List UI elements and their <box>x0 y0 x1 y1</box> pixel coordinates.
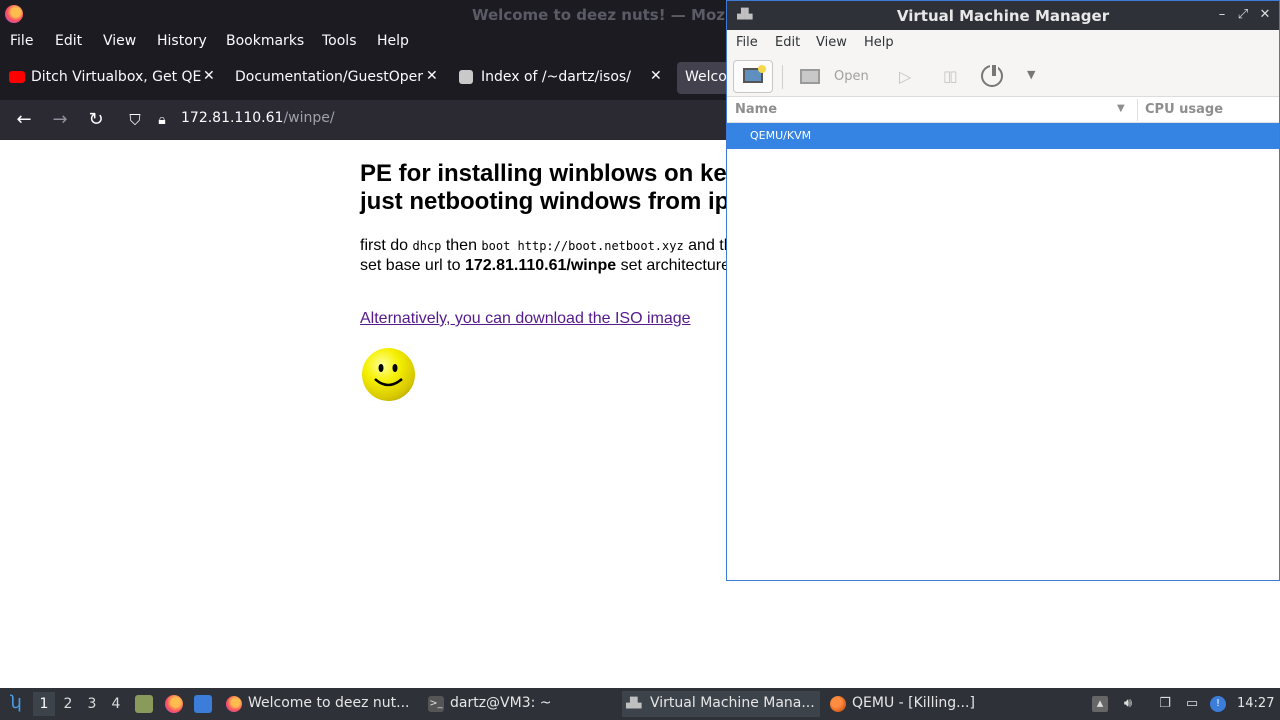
firefox-launcher-icon[interactable] <box>165 695 183 713</box>
tab-close-icon[interactable]: ✕ <box>203 68 215 84</box>
task-label: QEMU - [Killing...] <box>852 695 975 711</box>
menu-view[interactable]: View <box>103 33 136 49</box>
toolbar-separator <box>782 65 783 89</box>
new-vm-monitor-icon <box>743 65 766 83</box>
taskbar: ʮ 1 2 3 4 Welcome to deez nut... >_ dart… <box>0 688 1280 720</box>
power-icon[interactable] <box>981 63 1003 87</box>
lock-icon[interactable]: 🔒︎ <box>150 108 174 132</box>
youtube-icon <box>9 71 25 83</box>
url-host: 172.81.110.61 <box>181 110 284 126</box>
open-console-icon[interactable] <box>800 69 820 84</box>
tab-label: Index of /~dartz/isos/ <box>481 69 631 85</box>
tab-ditch-virtualbox[interactable]: Ditch Virtualbox, Get QEM ✕ <box>0 62 220 94</box>
start-menu-icon[interactable]: ʮ <box>5 692 27 716</box>
network-icon[interactable]: ▭ <box>1184 696 1200 712</box>
tab-index-of-isos[interactable]: Index of /~dartz/isos/ ✕ <box>450 62 672 94</box>
vmm-menu-view[interactable]: View <box>816 35 847 50</box>
back-arrow-icon[interactable]: ← <box>12 108 36 132</box>
tab-close-icon[interactable]: ✕ <box>426 68 438 84</box>
workspace-1[interactable]: 1 <box>33 692 55 716</box>
vmm-menubar: File Edit View Help <box>727 30 1279 57</box>
instructions-paragraph: first do dhcp then boot http://boot.netb… <box>360 237 733 274</box>
connection-row-qemu-kvm[interactable]: QEMU/KVM <box>727 123 1279 149</box>
smiley-face-icon <box>362 348 415 401</box>
notification-icon[interactable]: ! <box>1210 696 1226 712</box>
iso-download-link[interactable]: Alternatively, you can download the ISO … <box>360 310 691 328</box>
clock: 14:27 <box>1237 696 1275 711</box>
firefox-task-icon <box>226 696 242 712</box>
run-icon[interactable]: ▷ <box>899 67 911 86</box>
menu-bookmarks[interactable]: Bookmarks <box>226 33 304 49</box>
pause-icon[interactable]: ▯▯ <box>943 67 957 85</box>
workspace-3[interactable]: 3 <box>81 692 103 716</box>
connection-label: QEMU/KVM <box>750 129 812 142</box>
vm-list-header: Name ▼ CPU usage <box>727 97 1279 123</box>
firefox-logo-icon <box>5 5 23 23</box>
forward-arrow-icon[interactable]: → <box>48 108 72 132</box>
vmm-menu-file[interactable]: File <box>736 35 758 50</box>
task-firefox[interactable]: Welcome to deez nut... <box>226 691 416 717</box>
task-label: Virtual Machine Mana... <box>650 695 815 711</box>
reload-icon[interactable]: ↻ <box>84 108 108 132</box>
url-path: /winpe/ <box>283 110 335 126</box>
task-label: Welcome to deez nut... <box>248 695 410 711</box>
workspace-4[interactable]: 4 <box>105 692 127 716</box>
maximize-icon[interactable]: ⤢ <box>1235 6 1251 24</box>
desktop-icon[interactable] <box>194 695 212 713</box>
task-terminal[interactable]: >_ dartz@VM3: ~ <box>428 691 618 717</box>
page-heading: PE for installing winblows on ke just net… <box>360 160 730 215</box>
terminal-icon: >_ <box>428 696 444 712</box>
vmm-window: ▟▙ Virtual Machine Manager – ⤢ ✕ File Ed… <box>726 0 1280 581</box>
workspace-2[interactable]: 2 <box>57 692 79 716</box>
column-divider[interactable] <box>1137 99 1138 121</box>
menu-file[interactable]: File <box>10 33 33 49</box>
tab-close-icon[interactable]: ✕ <box>650 68 662 84</box>
menu-tools[interactable]: Tools <box>322 33 357 49</box>
open-button[interactable]: Open <box>834 69 869 84</box>
task-label: dartz@VM3: ~ <box>450 695 552 711</box>
volume-icon[interactable]: 🔊︎ <box>1120 696 1136 712</box>
minimize-icon[interactable]: – <box>1214 6 1230 24</box>
vmm-menu-help[interactable]: Help <box>864 35 894 50</box>
vmm-menu-edit[interactable]: Edit <box>775 35 800 50</box>
clipboard-icon[interactable]: ❐ <box>1157 696 1173 712</box>
url-bar[interactable]: 172.81.110.61/winpe/ <box>181 110 335 126</box>
tray-up-arrow-icon[interactable]: ▴ <box>1092 696 1108 712</box>
tab-label: Ditch Virtualbox, Get QEM <box>31 69 201 85</box>
directory-icon <box>459 70 473 84</box>
vmm-task-icon: ▟▙ <box>626 698 642 709</box>
column-header-cpu[interactable]: CPU usage <box>1145 102 1223 117</box>
vmm-window-title: Virtual Machine Manager <box>896 7 1110 25</box>
menu-history[interactable]: History <box>157 33 207 49</box>
new-vm-button[interactable] <box>733 60 773 93</box>
window-title: Welcome to deez nuts! — Mozi <box>472 6 731 24</box>
file-manager-icon[interactable] <box>135 695 153 713</box>
shutdown-dropdown-icon[interactable]: ▼ <box>1027 68 1035 81</box>
sort-arrow-icon[interactable]: ▼ <box>1117 103 1125 114</box>
shield-icon[interactable]: ⛉ <box>123 108 147 132</box>
vmm-toolbar: Open ▷ ▯▯ ▼ <box>727 57 1279 97</box>
menu-edit[interactable]: Edit <box>55 33 82 49</box>
menu-help[interactable]: Help <box>377 33 409 49</box>
tab-label: Documentation/GuestOpera <box>235 69 423 85</box>
vmm-titlebar[interactable]: ▟▙ Virtual Machine Manager – ⤢ ✕ <box>727 1 1279 30</box>
column-header-name[interactable]: Name <box>735 102 777 117</box>
qemu-icon <box>830 696 846 712</box>
task-qemu[interactable]: QEMU - [Killing...] <box>830 691 1020 717</box>
close-icon[interactable]: ✕ <box>1257 6 1273 24</box>
task-virtual-machine-manager[interactable]: ▟▙ Virtual Machine Mana... <box>622 691 820 717</box>
tab-documentation[interactable]: Documentation/GuestOpera ✕ <box>222 62 444 94</box>
